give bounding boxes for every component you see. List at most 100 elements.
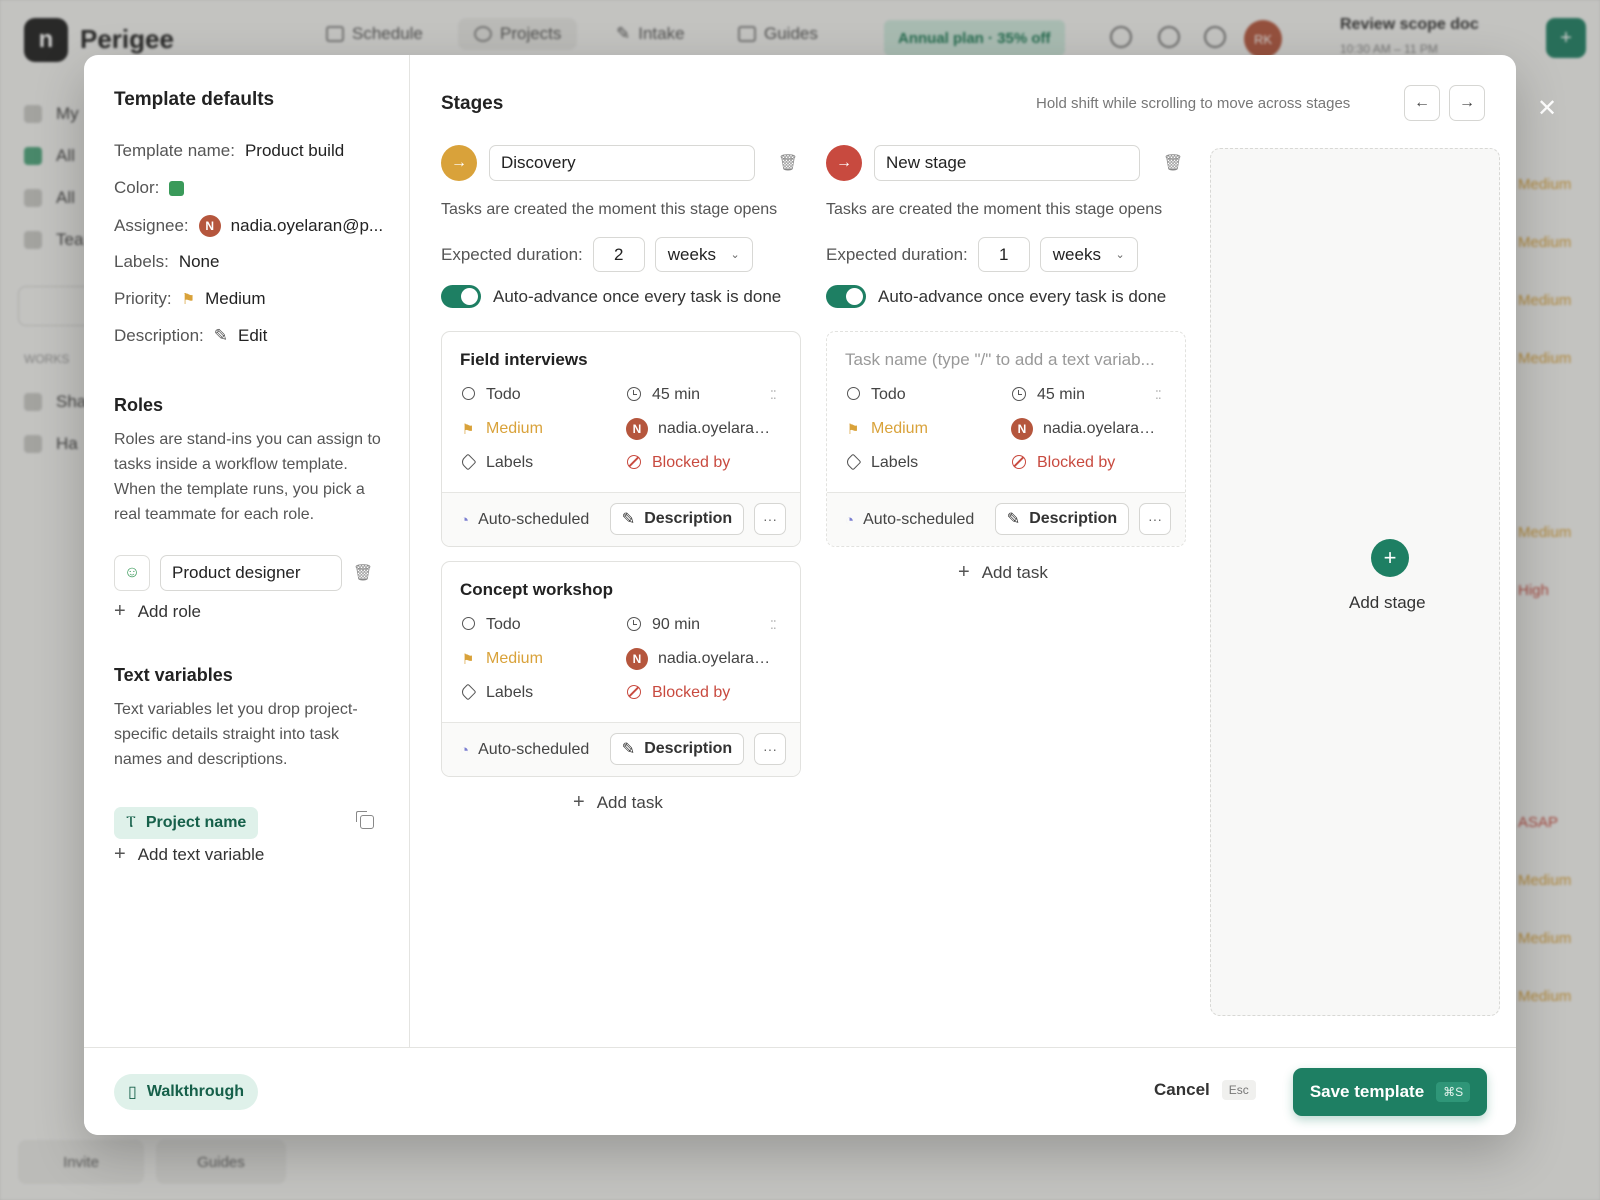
auto-scheduled-toggle[interactable]: ◔ Auto-scheduled	[460, 511, 589, 529]
tag-icon	[459, 683, 477, 701]
add-role-label: Add role	[137, 601, 202, 621]
priority-value: Medium	[871, 420, 928, 437]
template-name-value[interactable]: Product build	[245, 141, 344, 161]
stage-note: Tasks are created the moment this stage …	[441, 201, 778, 218]
task-assignee[interactable]: Nnadia.oyelaran...	[1011, 418, 1161, 440]
pencil-icon: ✎	[1006, 511, 1021, 528]
flag-icon: ⚑	[181, 291, 196, 308]
priority-value[interactable]: Medium	[205, 289, 265, 309]
blocked-icon	[626, 684, 642, 702]
unit-value: weeks	[1052, 244, 1101, 264]
role-name-input[interactable]: Product designer	[160, 555, 342, 591]
task-assignee[interactable]: Nnadia.oyelaran...	[626, 648, 776, 670]
status-circle-icon	[460, 387, 476, 403]
draft-task-card[interactable]: Task name (type "/" to add a text variab…	[826, 331, 1186, 547]
task-priority[interactable]: ⚑ Medium	[460, 420, 543, 438]
duration-label: Expected duration:	[441, 244, 583, 264]
task-card[interactable]: Field interviews Todo 45 min ⁚⁚ ⚑ Medium …	[441, 331, 801, 547]
roles-description: Roles are stand-ins you can assign to ta…	[114, 431, 381, 523]
color-field[interactable]: Color:	[114, 178, 185, 198]
description-button[interactable]: ✎ Description	[610, 503, 744, 535]
trash-icon[interactable]: 🗑	[352, 563, 374, 583]
labels-value[interactable]: None	[179, 252, 220, 272]
duration-value: 90 min	[652, 616, 701, 633]
auto-advance-toggle[interactable]	[441, 285, 481, 308]
duration-unit-select[interactable]: weeks ⌄	[654, 237, 753, 272]
template-name-field[interactable]: Template name: Product build	[114, 141, 344, 161]
assignee-value: nadia.oyelaran...	[658, 420, 776, 437]
auto-scheduled-toggle[interactable]: ◔ Auto-scheduled	[460, 741, 589, 759]
task-assignee[interactable]: Nnadia.oyelaran...	[626, 418, 776, 440]
add-task-button[interactable]: + Add task	[573, 791, 663, 814]
add-stage-button[interactable]: +	[1371, 539, 1409, 577]
description-field[interactable]: Description: ✎ Edit	[114, 326, 267, 346]
drag-handle-icon[interactable]: ⁚⁚	[770, 618, 777, 632]
trash-icon[interactable]: 🗑	[1162, 153, 1184, 173]
task-blocked-by[interactable]: Blocked by	[626, 684, 730, 702]
auto-advance-toggle[interactable]	[826, 285, 866, 308]
stage-arrow-icon[interactable]: →	[441, 145, 477, 181]
drag-handle-icon[interactable]: ⁚⁚	[1155, 388, 1162, 402]
description-label: Description	[1029, 510, 1118, 527]
task-labels[interactable]: Labels	[459, 683, 533, 702]
text-variable-chip[interactable]: Ⲧ Project name	[114, 807, 259, 839]
plus-icon: +	[114, 843, 126, 865]
task-blocked-by[interactable]: Blocked by	[626, 454, 730, 472]
arrow-left-icon: ←	[1414, 94, 1430, 111]
task-footer: ◔ Auto-scheduled ✎ Description ···	[827, 492, 1185, 546]
cancel-button[interactable]: Cancel Esc	[1154, 1080, 1256, 1100]
task-status[interactable]: Todo	[845, 386, 906, 404]
task-status[interactable]: Todo	[460, 616, 521, 634]
task-duration[interactable]: 90 min	[626, 616, 700, 634]
task-priority[interactable]: ⚑ Medium	[845, 420, 928, 438]
add-text-variable-button[interactable]: + Add text variable	[114, 843, 264, 866]
task-status[interactable]: Todo	[460, 386, 521, 404]
save-template-button[interactable]: Save template ⌘S	[1293, 1068, 1487, 1116]
assignee-field[interactable]: Assignee: N nadia.oyelaran@p...	[114, 215, 383, 237]
add-stage-label[interactable]: Add stage	[1349, 593, 1426, 613]
assignee-value[interactable]: nadia.oyelaran@p...	[231, 216, 383, 236]
field-label: Color:	[114, 178, 160, 197]
scroll-left-button[interactable]: ←	[1404, 85, 1440, 121]
task-labels[interactable]: Labels	[844, 453, 918, 472]
task-blocked-by[interactable]: Blocked by	[1011, 454, 1115, 472]
assignee-value: nadia.oyelaran...	[1043, 420, 1161, 437]
more-options-button[interactable]: ···	[754, 503, 786, 535]
copy-icon[interactable]	[356, 811, 374, 829]
labels-field[interactable]: Labels: None	[114, 252, 219, 272]
stage-arrow-icon[interactable]: →	[826, 145, 862, 181]
task-name-input[interactable]: Task name (type "/" to add a text variab…	[845, 350, 1171, 370]
task-title[interactable]: Field interviews	[460, 350, 588, 370]
duration-input[interactable]: 1	[977, 237, 1030, 272]
auto-scheduled-toggle[interactable]: ◔ Auto-scheduled	[845, 511, 974, 529]
color-swatch[interactable]	[169, 180, 185, 196]
add-task-button[interactable]: + Add task	[958, 561, 1048, 584]
task-labels[interactable]: Labels	[459, 453, 533, 472]
edit-description-link[interactable]: Edit	[238, 326, 267, 346]
priority-field[interactable]: Priority: ⚑ Medium	[114, 289, 266, 309]
task-duration[interactable]: 45 min	[1011, 386, 1085, 404]
field-label: Description:	[114, 326, 204, 345]
more-options-button[interactable]: ···	[754, 733, 786, 765]
schedule-label: Auto-scheduled	[863, 511, 975, 528]
panel-title: Template defaults	[114, 89, 275, 110]
add-stage-dropzone[interactable]: + Add stage	[1210, 148, 1500, 1016]
close-icon[interactable]: ✕	[1536, 97, 1558, 121]
task-title[interactable]: Concept workshop	[460, 580, 613, 600]
person-icon[interactable]: ☺	[114, 555, 150, 591]
walkthrough-button[interactable]: ▯ Walkthrough	[114, 1074, 258, 1110]
scroll-right-button[interactable]: →	[1449, 85, 1485, 121]
add-role-button[interactable]: + Add role	[114, 600, 201, 623]
description-button[interactable]: ✎ Description	[995, 503, 1129, 535]
drag-handle-icon[interactable]: ⁚⁚	[770, 388, 777, 402]
duration-unit-select[interactable]: weeks ⌄	[1039, 237, 1138, 272]
trash-icon[interactable]: 🗑	[777, 153, 799, 173]
stage-name-input[interactable]: Discovery	[489, 145, 755, 181]
task-priority[interactable]: ⚑ Medium	[460, 650, 543, 668]
stage-name-input[interactable]: New stage	[874, 145, 1140, 181]
more-options-button[interactable]: ···	[1139, 503, 1171, 535]
description-button[interactable]: ✎ Description	[610, 733, 744, 765]
task-card[interactable]: Concept workshop Todo 90 min ⁚⁚ ⚑ Medium …	[441, 561, 801, 777]
duration-input[interactable]: 2	[592, 237, 645, 272]
task-duration[interactable]: 45 min	[626, 386, 700, 404]
